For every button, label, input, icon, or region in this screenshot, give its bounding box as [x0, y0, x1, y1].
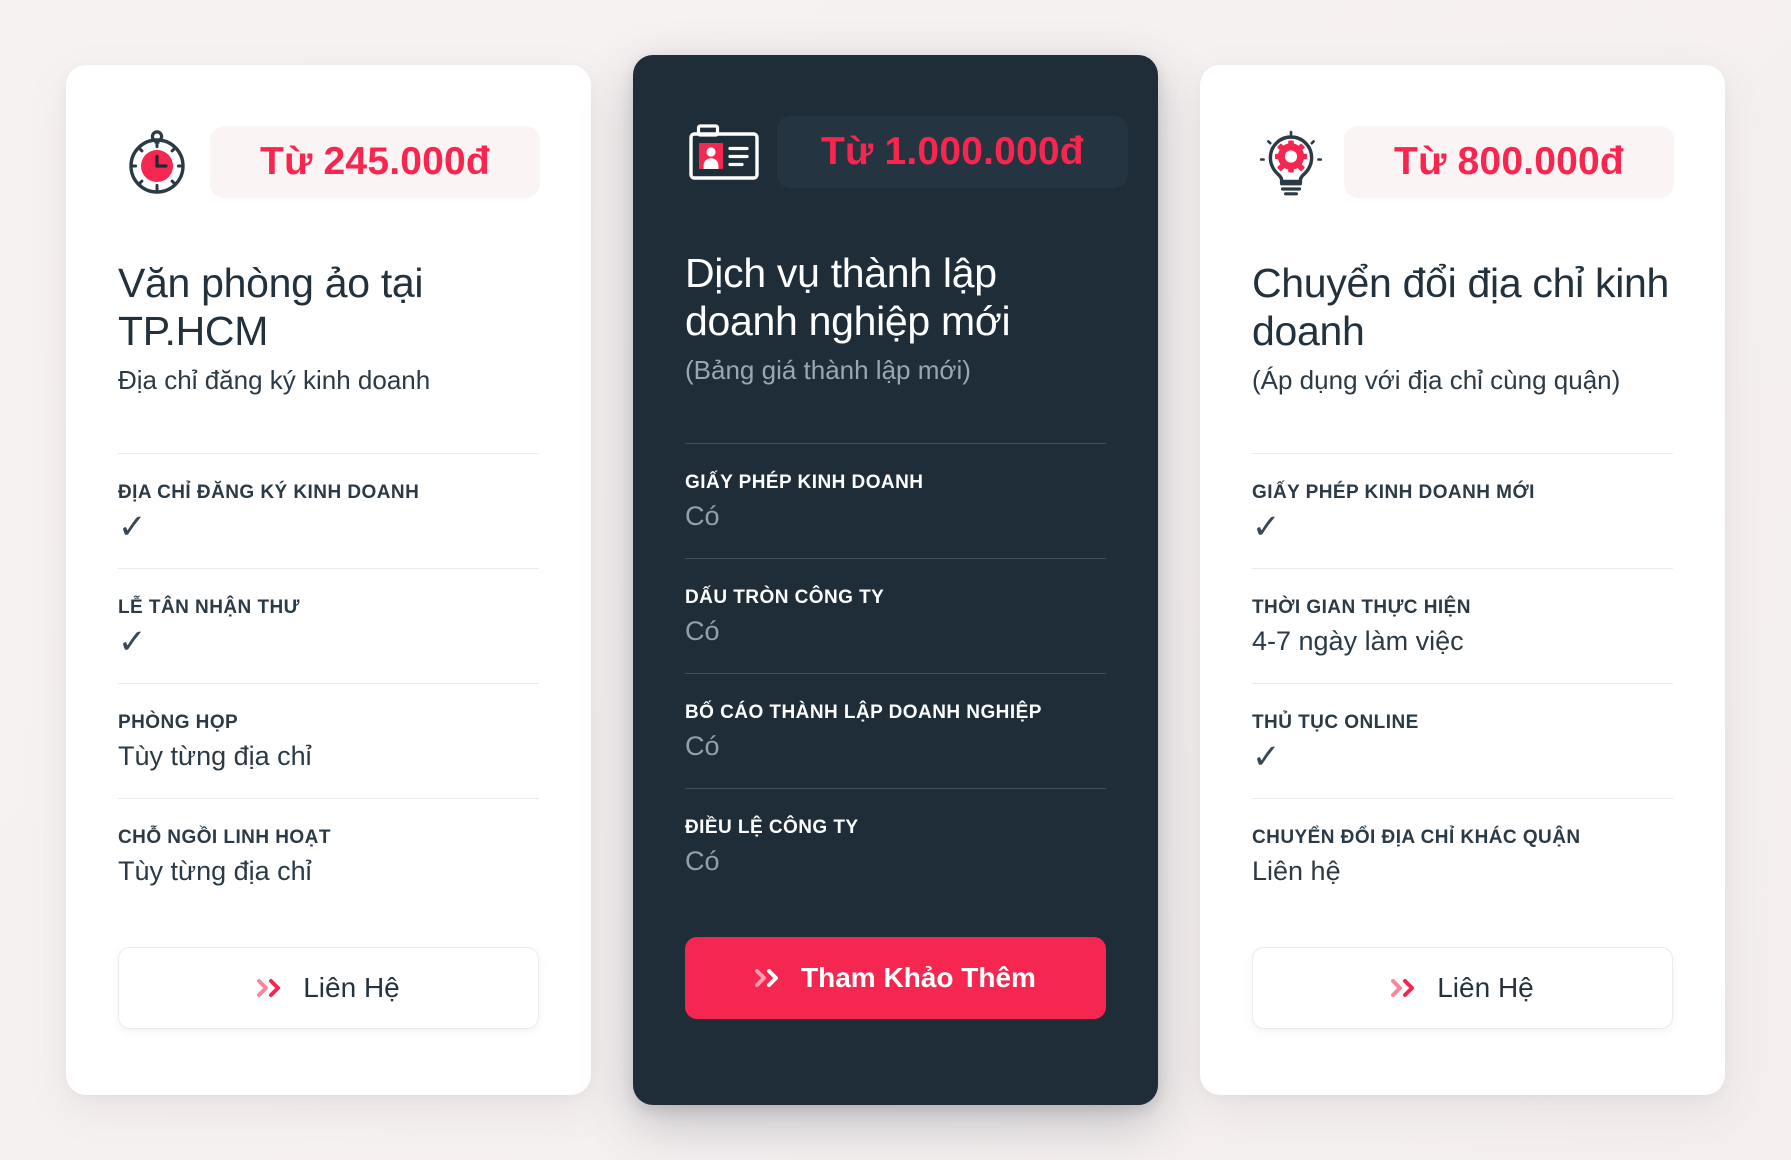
card-subtitle: (Áp dụng với địa chỉ cùng quận) [1252, 364, 1621, 395]
card-header: Từ 245.000đ [118, 117, 540, 207]
cta-label: Tham Khảo Thêm [801, 961, 1036, 993]
feature-value: Tùy từng địa chỉ [118, 855, 312, 886]
card-title: Dịch vụ thành lập doanh nghiệp mới [685, 250, 1011, 345]
feature-label: BỐ CÁO THÀNH LẬP DOANH NGHIỆP [685, 701, 1042, 723]
cta-label: Liên Hệ [303, 971, 400, 1003]
cta-button[interactable]: Liên Hệ [118, 946, 539, 1029]
feature-check-icon: ✓ [1252, 507, 1281, 546]
feature-item: GIẤY PHÉP KINH DOANH MỚI ✓ [1252, 452, 1673, 568]
feature-item: ĐIỀU LỆ CÔNG TY Có [685, 787, 1106, 903]
cta-button[interactable]: Tham Khảo Thêm [685, 936, 1106, 1019]
pricing-card: Từ 800.000đ Chuyển đổi địa chỉ kinh doan… [1200, 65, 1725, 1095]
card-title: Văn phòng ảo tại TP.HCM [118, 260, 424, 355]
feature-label: CHUYỂN ĐỔI ĐỊA CHỈ KHÁC QUẬN [1252, 826, 1581, 848]
pricing-card: Từ 1.000.000đ Dịch vụ thành lập doanh ng… [633, 55, 1158, 1105]
feature-item: PHÒNG HỌP Tùy từng địa chỉ [118, 682, 539, 798]
feature-label: THỦ TỤC ONLINE [1252, 711, 1419, 733]
cta-button[interactable]: Liên Hệ [1252, 946, 1673, 1029]
feature-item: BỐ CÁO THÀNH LẬP DOANH NGHIỆP Có [685, 672, 1106, 788]
pricing-card: Từ 245.000đ Văn phòng ảo tại TP.HCM Địa … [66, 65, 591, 1095]
feature-label: ĐIỀU LỆ CÔNG TY [685, 816, 859, 838]
feature-label: LỄ TÂN NHẬN THƯ [118, 596, 300, 618]
feature-list: GIẤY PHÉP KINH DOANH Có DẤU TRÒN CÔNG TY… [685, 442, 1106, 903]
feature-value: Có [685, 845, 720, 876]
double-chevron-right-icon [755, 968, 785, 988]
card-title: Chuyển đổi địa chỉ kinh doanh [1252, 260, 1670, 355]
price-badge: Từ 800.000đ [1344, 126, 1674, 198]
pricing-cards-row: Từ 245.000đ Văn phòng ảo tại TP.HCM Địa … [0, 0, 1791, 1160]
feature-value: Có [685, 615, 720, 646]
feature-label: DẤU TRÒN CÔNG TY [685, 586, 885, 608]
feature-item: THỦ TỤC ONLINE ✓ [1252, 682, 1673, 798]
card-subtitle: Địa chỉ đăng ký kinh doanh [118, 364, 431, 395]
double-chevron-right-icon [257, 978, 287, 998]
price-text: Từ 245.000đ [260, 140, 490, 183]
feature-item: DẤU TRÒN CÔNG TY Có [685, 557, 1106, 673]
feature-value: 4-7 ngày làm việc [1252, 625, 1464, 656]
cta-label: Liên Hệ [1437, 971, 1534, 1003]
feature-list: GIẤY PHÉP KINH DOANH MỚI ✓ THỜI GIAN THỰ… [1252, 452, 1673, 913]
feature-item: CHỖ NGỒI LINH HOẠT Tùy từng địa chỉ [118, 797, 539, 913]
feature-item: ĐỊA CHỈ ĐĂNG KÝ KINH DOANH ✓ [118, 452, 539, 568]
feature-label: GIẤY PHÉP KINH DOANH [685, 471, 924, 493]
feature-label: GIẤY PHÉP KINH DOANH MỚI [1252, 481, 1535, 503]
feature-value: Có [685, 500, 720, 531]
price-badge: Từ 245.000đ [210, 126, 540, 198]
card-header: Từ 800.000đ [1252, 117, 1674, 207]
feature-check-icon: ✓ [118, 622, 147, 661]
card-subtitle: (Bảng giá thành lập mới) [685, 354, 971, 385]
price-text: Từ 1.000.000đ [821, 130, 1084, 173]
feature-value: Liên hệ [1252, 855, 1341, 886]
feature-label: CHỖ NGỒI LINH HOẠT [118, 826, 331, 848]
id-card-icon [685, 113, 763, 191]
feature-value: Tùy từng địa chỉ [118, 740, 312, 771]
feature-check-icon: ✓ [118, 507, 147, 546]
double-chevron-right-icon [1391, 978, 1421, 998]
feature-item: LỄ TÂN NHẬN THƯ ✓ [118, 567, 539, 683]
card-header: Từ 1.000.000đ [685, 107, 1128, 197]
price-badge: Từ 1.000.000đ [777, 116, 1128, 188]
feature-list: ĐỊA CHỈ ĐĂNG KÝ KINH DOANH ✓ LỄ TÂN NHẬN… [118, 452, 539, 913]
stopwatch-icon [118, 123, 196, 201]
feature-value: Có [685, 730, 720, 761]
feature-label: THỜI GIAN THỰC HIỆN [1252, 596, 1471, 618]
lightbulb-gear-icon [1252, 123, 1330, 201]
feature-item: GIẤY PHÉP KINH DOANH Có [685, 442, 1106, 558]
price-text: Từ 800.000đ [1394, 140, 1624, 183]
feature-label: PHÒNG HỌP [118, 711, 239, 733]
feature-check-icon: ✓ [1252, 737, 1281, 776]
feature-item: THỜI GIAN THỰC HIỆN 4-7 ngày làm việc [1252, 567, 1673, 683]
feature-label: ĐỊA CHỈ ĐĂNG KÝ KINH DOANH [118, 481, 420, 503]
feature-item: CHUYỂN ĐỔI ĐỊA CHỈ KHÁC QUẬN Liên hệ [1252, 797, 1673, 913]
